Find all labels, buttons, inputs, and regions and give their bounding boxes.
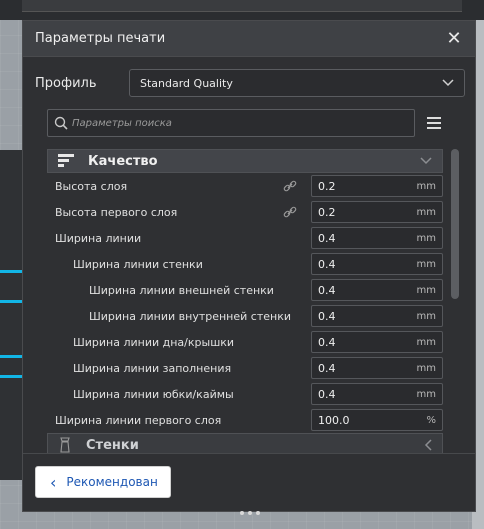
setting-label: Ширина линии дна/крышки xyxy=(73,335,235,349)
setting-label: Ширина линии заполнения xyxy=(73,361,232,375)
setting-row: Ширина линии внешней стенки 0.4 mm xyxy=(47,277,443,303)
panel-title: Параметры печати xyxy=(35,31,166,46)
close-icon[interactable]: ✕ xyxy=(445,29,463,48)
setting-label: Ширина линии стенки xyxy=(73,257,203,271)
setting-value-field[interactable]: 0.2 mm xyxy=(311,175,443,197)
setting-value-field[interactable]: 0.4 mm xyxy=(311,227,443,249)
chevron-down-icon xyxy=(420,157,432,165)
setting-label: Ширина линии xyxy=(55,231,142,245)
chevron-left-icon xyxy=(424,439,432,451)
settings-visibility-menu-icon[interactable] xyxy=(425,115,443,131)
setting-label: Ширина линии первого слоя xyxy=(55,413,222,427)
setting-row: Высота первого слоя 0.2 mm xyxy=(47,199,443,225)
chevron-down-icon xyxy=(442,79,454,87)
search-row xyxy=(47,109,445,137)
panel-footer: ‹ Рекомендован xyxy=(23,453,475,511)
setting-row: Ширина линии дна/крышки 0.4 mm xyxy=(47,329,443,355)
quality-icon xyxy=(58,154,74,167)
setting-label: Высота слоя xyxy=(55,179,128,193)
category-quality[interactable]: Качество xyxy=(47,149,443,173)
setting-value-field[interactable]: 0.4 mm xyxy=(311,383,443,405)
profile-selected-value: Standard Quality xyxy=(140,76,233,90)
setting-label: Ширина линии юбки/каймы xyxy=(73,387,234,401)
setting-value-field[interactable]: 0.4 mm xyxy=(311,279,443,301)
link-icon[interactable] xyxy=(283,205,297,219)
setting-value-field[interactable]: 0.4 mm xyxy=(311,253,443,275)
profile-label: Профиль xyxy=(35,75,97,91)
panel-titlebar: Параметры печати ✕ xyxy=(23,21,475,57)
setting-row: Ширина линии заполнения 0.4 mm xyxy=(47,355,443,381)
top-toolbar-strip xyxy=(0,0,484,20)
setting-label: Ширина линии внешней стенки xyxy=(89,283,274,297)
chevron-left-icon: ‹ xyxy=(50,472,57,492)
settings-scrollbar[interactable] xyxy=(451,149,459,299)
search-field[interactable] xyxy=(47,109,415,137)
profile-dropdown[interactable]: Standard Quality xyxy=(129,69,465,97)
search-icon xyxy=(54,116,68,130)
setting-value-field[interactable]: 0.4 mm xyxy=(311,331,443,353)
setting-label: Ширина линии внутренней стенки xyxy=(89,309,291,323)
resize-handle[interactable] xyxy=(240,511,260,517)
category-label: Качество xyxy=(88,153,158,169)
setting-label: Высота первого слоя xyxy=(55,205,178,219)
profile-row: Профиль Standard Quality xyxy=(35,69,465,97)
print-settings-panel: Параметры печати ✕ Профиль Standard Qual… xyxy=(22,20,476,512)
model-preview[interactable] xyxy=(0,150,24,480)
setting-row: Ширина линии 0.4 mm xyxy=(47,225,443,251)
recommended-label: Рекомендован xyxy=(66,475,158,489)
setting-row: Ширина линии первого слоя 100.0% xyxy=(47,407,443,433)
setting-row: Ширина линии внутренней стенки 0.4 mm xyxy=(47,303,443,329)
setting-row: Ширина линии стенки 0.4 mm xyxy=(47,251,443,277)
recommended-button[interactable]: ‹ Рекомендован xyxy=(35,466,171,498)
setting-value-field[interactable]: 0.4 mm xyxy=(311,305,443,327)
link-icon[interactable] xyxy=(283,179,297,193)
settings-list[interactable]: Качество Высота слоя 0.2 mm Высота первог… xyxy=(47,149,443,459)
walls-icon xyxy=(60,437,70,453)
setting-row: Высота слоя 0.2 mm xyxy=(47,173,443,199)
category-label: Стенки xyxy=(86,437,139,453)
setting-value-field[interactable]: 100.0% xyxy=(311,409,443,431)
setting-row: Ширина линии юбки/каймы 0.4 mm xyxy=(47,381,443,407)
setting-value-field[interactable]: 0.2 mm xyxy=(311,201,443,223)
search-input[interactable] xyxy=(72,117,408,129)
setting-value-field[interactable]: 0.4 mm xyxy=(311,357,443,379)
